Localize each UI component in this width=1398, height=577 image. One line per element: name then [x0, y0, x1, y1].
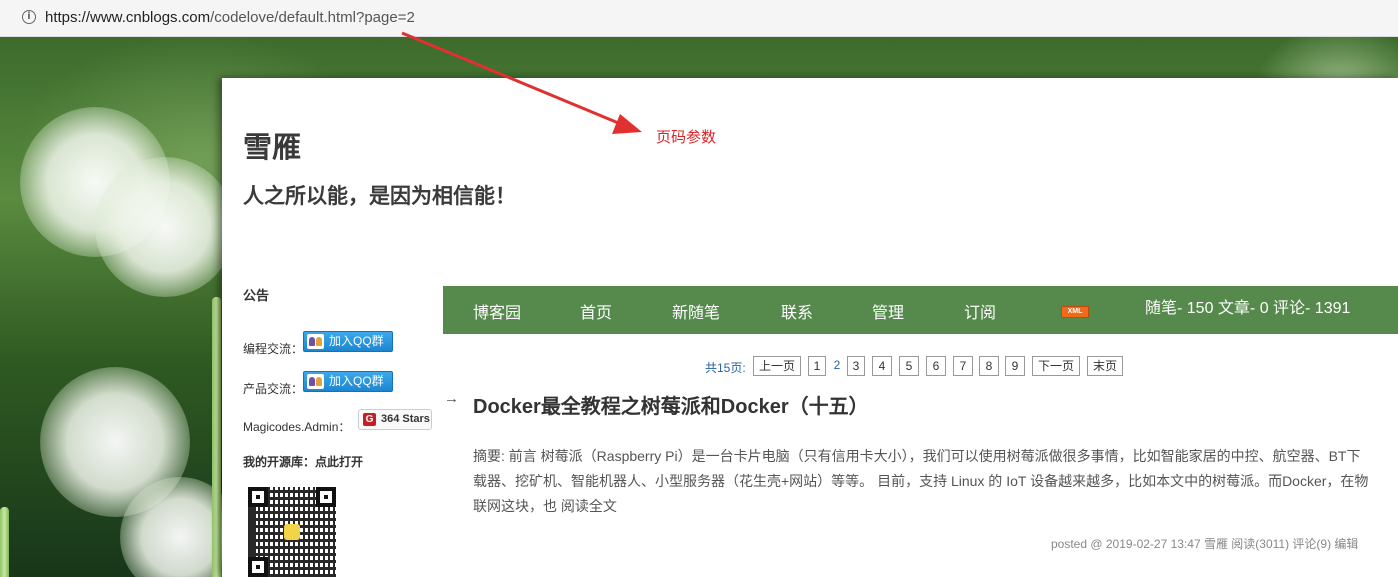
blog-title[interactable]: 雪雁 — [243, 124, 301, 166]
post-summary: 摘要: 前言 树莓派（Raspberry Pi）是一台卡片电脑（只有信用卡大小）… — [473, 444, 1373, 519]
post-footer: posted @ 2019-02-27 13:47 雪雁 阅读(3011) 评论… — [1051, 537, 1359, 551]
url-host: https://www.cnblogs.com — [45, 9, 211, 26]
gitee-icon: G — [363, 413, 376, 426]
stars-count: 364 Stars — [381, 413, 430, 425]
qr-finder — [248, 557, 268, 577]
join-qq-group-button[interactable]: 加入QQ群 — [303, 371, 393, 392]
qq-icon — [307, 334, 324, 349]
url-path: /codelove/default.html?page=2 — [210, 9, 415, 26]
post-title[interactable]: Docker最全教程之树莓派和Docker（十五） — [473, 390, 869, 419]
open-source-link[interactable]: 我的开源库：点此打开 — [243, 453, 363, 470]
info-icon[interactable]: i — [22, 10, 36, 24]
url-text[interactable]: https://www.cnblogs.com/codelove/default… — [45, 9, 415, 26]
blog-stats: 随笔- 150 文章- 0 评论- 1391 — [1145, 300, 1351, 317]
pager-last[interactable]: 末页 — [1087, 356, 1123, 376]
stars-badge[interactable]: G 364 Stars — [358, 409, 432, 430]
pager-page[interactable]: 1 — [808, 356, 826, 376]
product-label: 产品交流： — [243, 382, 304, 396]
sidebar-heading: 公告 — [243, 288, 270, 303]
pager-page[interactable]: 5 — [899, 356, 919, 376]
address-bar[interactable]: i https://www.cnblogs.com/codelove/defau… — [0, 0, 1398, 37]
nav-bar: 博客园 首页 新随笔 联系 管理 订阅 XML 随笔- 150 文章- 0 评论… — [443, 286, 1398, 334]
qr-logo-icon — [284, 524, 300, 540]
pager-page[interactable]: 9 — [1005, 356, 1025, 376]
qq-icon — [307, 374, 324, 389]
post-bullet-icon: → — [444, 390, 459, 407]
pager-current-page: 2 — [830, 356, 844, 376]
blog-page: 雪雁 人之所以能，是因为相信能！ 页码参数 公告 编程交流： 加入QQ群 产品交… — [222, 78, 1398, 577]
dandelion-stem — [212, 297, 221, 577]
pager-next[interactable]: 下一页 — [1032, 356, 1080, 376]
magicodes-label: Magicodes.Admin： — [243, 420, 351, 434]
dandelion-puff — [95, 157, 235, 297]
pager-total: 共15页: — [705, 361, 746, 375]
qr-finder — [316, 487, 336, 507]
pager-page[interactable]: 6 — [926, 356, 946, 376]
read-more-link[interactable]: 阅读全文 — [561, 498, 617, 514]
nav-new-post[interactable]: 新随笔 — [672, 299, 720, 323]
pager-page[interactable]: 7 — [953, 356, 973, 376]
programming-label: 编程交流： — [243, 342, 304, 356]
nav-home[interactable]: 首页 — [580, 299, 612, 323]
pager-prev[interactable]: 上一页 — [753, 356, 801, 376]
pager-page[interactable]: 3 — [847, 356, 865, 376]
nav-manage[interactable]: 管理 — [872, 299, 904, 323]
annotation-label: 页码参数 — [656, 129, 717, 146]
qq-button-label: 加入QQ群 — [329, 374, 384, 388]
pager-page[interactable]: 8 — [979, 356, 999, 376]
nav-subscribe[interactable]: 订阅 — [964, 299, 996, 323]
qq-button-label: 加入QQ群 — [329, 334, 384, 348]
xml-feed-icon[interactable]: XML — [1061, 306, 1089, 318]
dandelion-stem — [0, 507, 9, 577]
pager-page[interactable]: 4 — [872, 356, 892, 376]
qr-finder — [248, 487, 268, 507]
join-qq-group-button[interactable]: 加入QQ群 — [303, 331, 393, 352]
blog-subtitle: 人之所以能，是因为相信能！ — [243, 185, 516, 208]
nav-cnblogs[interactable]: 博客园 — [473, 299, 521, 323]
nav-contact[interactable]: 联系 — [781, 299, 813, 323]
